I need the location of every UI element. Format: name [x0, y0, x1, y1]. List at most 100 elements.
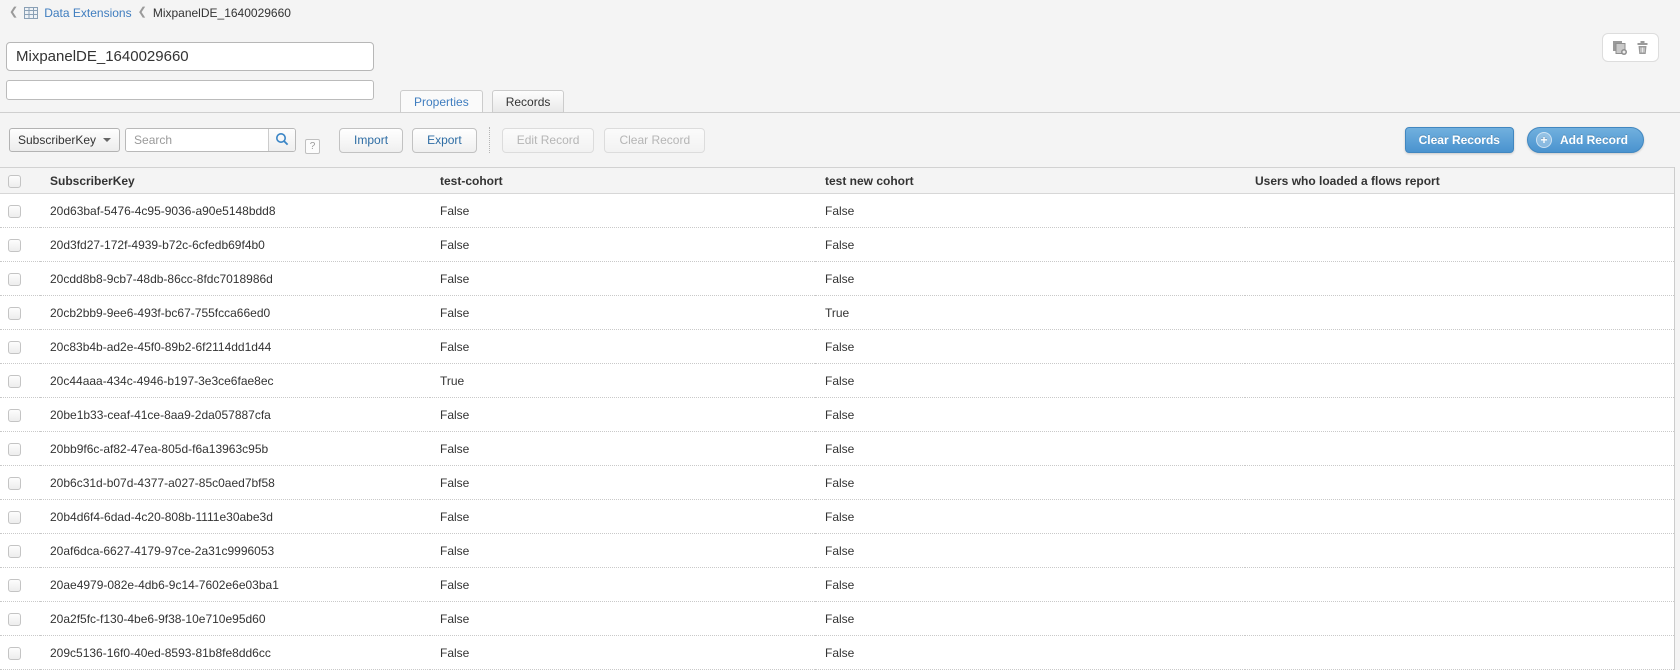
row-checkbox[interactable] — [8, 273, 21, 286]
subscriber-key-cell: 20cb2bb9-9ee6-493f-bc67-755fcca66ed0 — [40, 296, 430, 330]
plus-icon: + — [1536, 132, 1552, 148]
test-cohort-cell: False — [430, 228, 815, 262]
flows-report-cell — [1245, 330, 1674, 364]
records-table-container: SubscriberKey test-cohort test new cohor… — [0, 167, 1675, 670]
table-row[interactable]: 20b4d6f4-6dad-4c20-808b-1111e30abe3dFals… — [0, 500, 1674, 534]
test-cohort-cell: False — [430, 194, 815, 228]
data-extension-name-input[interactable] — [6, 42, 374, 71]
flows-report-cell — [1245, 466, 1674, 500]
breadcrumb: ❮ Data Extensions ❮ MixpanelDE_164002966… — [0, 0, 1680, 21]
clear-records-button[interactable]: Clear Records — [1405, 127, 1514, 153]
table-row[interactable]: 20c44aaa-434c-4946-b197-3e3ce6fae8ecTrue… — [0, 364, 1674, 398]
table-row[interactable]: 20bb9f6c-af82-47ea-805d-f6a13963c95bFals… — [0, 432, 1674, 466]
test-new-cohort-cell: False — [815, 364, 1245, 398]
table-row[interactable]: 20c83b4b-ad2e-45f0-89b2-6f2114dd1d44Fals… — [0, 330, 1674, 364]
toolbar-right-group: Clear Records + Add Record — [1405, 127, 1671, 153]
row-checkbox[interactable] — [8, 477, 21, 490]
test-new-cohort-cell: False — [815, 636, 1245, 670]
breadcrumb-data-extensions-link[interactable]: Data Extensions — [44, 6, 131, 20]
flows-report-cell — [1245, 534, 1674, 568]
test-cohort-cell: False — [430, 636, 815, 670]
table-row[interactable]: 20af6dca-6627-4179-97ce-2a31c9996053Fals… — [0, 534, 1674, 568]
test-cohort-cell: False — [430, 568, 815, 602]
export-button[interactable]: Export — [412, 128, 477, 153]
flows-report-cell — [1245, 262, 1674, 296]
subscriber-key-cell: 20b4d6f4-6dad-4c20-808b-1111e30abe3d — [40, 500, 430, 534]
search-field-selector-label: SubscriberKey — [18, 133, 96, 147]
flows-report-cell — [1245, 432, 1674, 466]
chevron-down-icon — [103, 138, 111, 142]
column-header-flows-report: Users who loaded a flows report — [1245, 168, 1674, 194]
flows-report-cell — [1245, 500, 1674, 534]
table-row[interactable]: 20be1b33-ceaf-41ce-8aa9-2da057887cfa Fals… — [0, 398, 1674, 432]
row-checkbox[interactable] — [8, 613, 21, 626]
subscriber-key-cell: 20d3fd27-172f-4939-b72c-6cfedb69f4b0 — [40, 228, 430, 262]
test-cohort-cell: False — [430, 466, 815, 500]
subscriber-key-cell: 209c5136-16f0-40ed-8593-81b8fe8dd6cc — [40, 636, 430, 670]
table-row[interactable]: 20ae4979-082e-4db6-9c14-7602e6e03ba1Fals… — [0, 568, 1674, 602]
table-row[interactable]: 20cdd8b8-9cb7-48db-86cc-8fdc7018986dFals… — [0, 262, 1674, 296]
test-new-cohort-cell: False — [815, 432, 1245, 466]
column-header-test-new-cohort: test new cohort — [815, 168, 1245, 194]
subscriber-key-cell: 20c83b4b-ad2e-45f0-89b2-6f2114dd1d44 — [40, 330, 430, 364]
test-new-cohort-cell: False — [815, 602, 1245, 636]
add-record-button[interactable]: + Add Record — [1527, 127, 1644, 153]
test-cohort-cell: False — [430, 500, 815, 534]
delete-icon[interactable] — [1636, 40, 1649, 55]
row-checkbox[interactable] — [8, 205, 21, 218]
search-field-selector[interactable]: SubscriberKey — [9, 128, 120, 152]
test-cohort-cell: False — [430, 296, 815, 330]
edit-record-button[interactable]: Edit Record — [502, 128, 595, 153]
flows-report-cell — [1245, 194, 1674, 228]
test-cohort-cell: True — [430, 364, 815, 398]
test-cohort-cell: False — [430, 432, 815, 466]
row-checkbox[interactable] — [8, 239, 21, 252]
tab-properties[interactable]: Properties — [400, 90, 483, 113]
copy-icon[interactable] — [1612, 40, 1628, 55]
flows-report-cell — [1245, 398, 1674, 432]
search-button[interactable] — [268, 129, 295, 151]
tab-records[interactable]: Records — [492, 90, 565, 113]
table-row[interactable]: 209c5136-16f0-40ed-8593-81b8fe8dd6ccFals… — [0, 636, 1674, 670]
test-new-cohort-cell: False — [815, 398, 1245, 432]
import-button[interactable]: Import — [339, 128, 403, 153]
breadcrumb-separator-icon: ❮ — [138, 7, 147, 18]
test-new-cohort-cell: False — [815, 194, 1245, 228]
subscriber-key-cell: 20cdd8b8-9cb7-48db-86cc-8fdc7018986d — [40, 262, 430, 296]
search-input[interactable] — [126, 129, 268, 151]
back-chevron-icon[interactable]: ❮ — [9, 7, 18, 18]
table-header-row: SubscriberKey test-cohort test new cohor… — [0, 168, 1674, 194]
subscriber-key-cell: 20c44aaa-434c-4946-b197-3e3ce6fae8ec — [40, 364, 430, 398]
detail-header: Properties Records — [0, 21, 1680, 113]
row-checkbox[interactable] — [8, 545, 21, 558]
toolbar-divider — [489, 127, 490, 153]
row-checkbox[interactable] — [8, 341, 21, 354]
subscriber-key-cell: 20a2f5fc-f130-4be6-9f38-10e710e95d60 — [40, 602, 430, 636]
row-checkbox[interactable] — [8, 647, 21, 660]
flows-report-cell — [1245, 636, 1674, 670]
row-checkbox[interactable] — [8, 511, 21, 524]
clear-record-button[interactable]: Clear Record — [604, 128, 705, 153]
select-all-checkbox[interactable] — [8, 175, 21, 188]
table-row[interactable]: 20d3fd27-172f-4939-b72c-6cfedb69f4b0Fals… — [0, 228, 1674, 262]
table-row[interactable]: 20a2f5fc-f130-4be6-9f38-10e710e95d60 Fals… — [0, 602, 1674, 636]
table-row[interactable]: 20cb2bb9-9ee6-493f-bc67-755fcca66ed0Fals… — [0, 296, 1674, 330]
table-row[interactable]: 20d63baf-5476-4c95-9036-a90e5148bdd8Fals… — [0, 194, 1674, 228]
detail-tabs: Properties Records — [400, 90, 564, 113]
flows-report-cell — [1245, 568, 1674, 602]
subscriber-key-cell: 20be1b33-ceaf-41ce-8aa9-2da057887cfa — [40, 398, 430, 432]
help-icon[interactable]: ? — [305, 139, 320, 154]
row-checkbox[interactable] — [8, 307, 21, 320]
row-checkbox[interactable] — [8, 409, 21, 422]
records-table-body: 20d63baf-5476-4c95-9036-a90e5148bdd8Fals… — [0, 194, 1674, 670]
subscriber-key-cell: 20d63baf-5476-4c95-9036-a90e5148bdd8 — [40, 194, 430, 228]
external-key-input[interactable] — [6, 80, 374, 100]
row-checkbox[interactable] — [8, 443, 21, 456]
test-new-cohort-cell: False — [815, 568, 1245, 602]
table-row[interactable]: 20b6c31d-b07d-4377-a027-85c0aed7bf58Fals… — [0, 466, 1674, 500]
header-actions-box — [1602, 33, 1659, 62]
column-header-test-cohort: test-cohort — [430, 168, 815, 194]
test-new-cohort-cell: False — [815, 228, 1245, 262]
row-checkbox[interactable] — [8, 375, 21, 388]
row-checkbox[interactable] — [8, 579, 21, 592]
